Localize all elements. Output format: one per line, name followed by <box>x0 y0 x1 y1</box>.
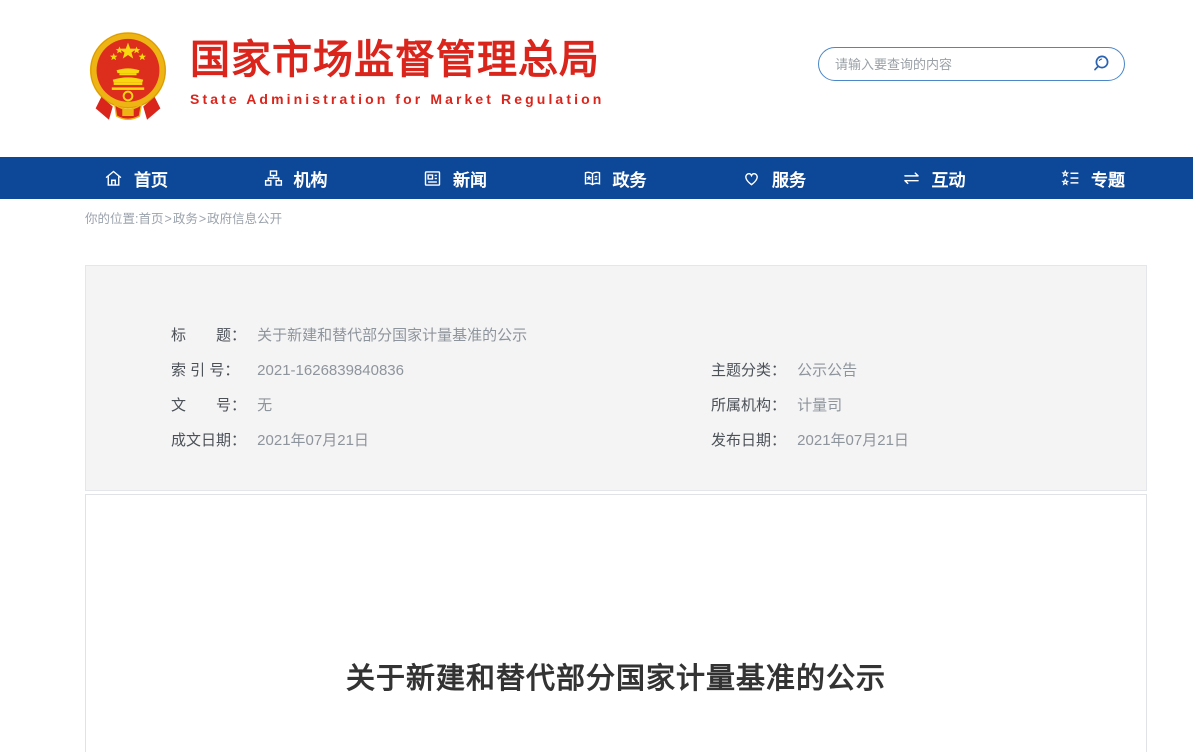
breadcrumb: 你的位置:首页>政务>政府信息公开 <box>85 208 1147 227</box>
nav-item-service[interactable]: 服务 <box>741 166 806 191</box>
main-nav: 首页 机构 新闻 政务 <box>0 157 1193 199</box>
meta-value-index-number: 2021-1626839840836 <box>257 362 404 379</box>
meta-label: 文 号： <box>171 388 253 423</box>
breadcrumb-prefix: 你的位置: <box>85 212 138 226</box>
meta-label: 索 引 号： <box>171 353 253 388</box>
search-input[interactable] <box>835 57 1090 72</box>
site-header: 国家市场监督管理总局 State Administration for Mark… <box>0 0 1193 157</box>
meta-row-title: 标 题： 关于新建和替代部分国家计量基准的公示 <box>171 318 711 353</box>
nav-item-gov[interactable]: 政务 <box>582 166 647 191</box>
meta-row-doc-number: 文 号： 无 <box>171 388 711 423</box>
nav-item-org[interactable]: 机构 <box>263 166 328 191</box>
breadcrumb-item-gov[interactable]: 政务 <box>173 212 198 226</box>
home-icon <box>103 168 124 189</box>
breadcrumb-separator: > <box>165 212 172 226</box>
exchange-arrows-icon <box>901 168 922 189</box>
nav-item-label: 机构 <box>294 166 328 191</box>
meta-value-written-date: 2021年07月21日 <box>257 432 369 449</box>
meta-value-title: 关于新建和替代部分国家计量基准的公示 <box>257 327 527 344</box>
meta-label: 发布日期： <box>711 423 793 458</box>
heart-icon <box>741 168 762 189</box>
nav-item-label: 服务 <box>772 166 806 191</box>
site-title-block: 国家市场监督管理总局 State Administration for Mark… <box>190 28 604 107</box>
nav-item-label: 新闻 <box>453 166 487 191</box>
article-title: 关于新建和替代部分国家计量基准的公示 <box>86 655 1146 697</box>
meta-value-category: 公示公告 <box>797 362 857 379</box>
starred-list-icon <box>1060 168 1081 189</box>
meta-row-index-number: 索 引 号： 2021-1626839840836 <box>171 353 711 388</box>
china-national-emblem-icon <box>88 28 168 124</box>
open-book-icon <box>582 168 603 189</box>
breadcrumb-item-home[interactable]: 首页 <box>138 212 163 226</box>
nav-item-interact[interactable]: 互动 <box>901 166 966 191</box>
newspaper-icon <box>422 168 443 189</box>
meta-row-publish-date: 发布日期： 2021年07月21日 <box>711 423 1146 458</box>
meta-value-publish-date: 2021年07月21日 <box>797 432 909 449</box>
meta-label: 主题分类： <box>711 353 793 388</box>
site-subtitle: State Administration for Market Regulati… <box>190 91 604 107</box>
nav-item-label: 首页 <box>134 166 168 191</box>
nav-item-news[interactable]: 新闻 <box>422 166 487 191</box>
article-content-panel: 关于新建和替代部分国家计量基准的公示 <box>85 494 1147 752</box>
nav-item-topics[interactable]: 专题 <box>1060 166 1125 191</box>
meta-label: 标 题： <box>171 318 253 353</box>
site-logo-link[interactable]: 国家市场监督管理总局 State Administration for Mark… <box>88 28 604 124</box>
nav-item-home[interactable]: 首页 <box>103 166 168 191</box>
site-title: 国家市场监督管理总局 <box>190 38 604 82</box>
magnifier-icon[interactable] <box>1090 53 1112 75</box>
nav-item-label: 专题 <box>1091 166 1125 191</box>
nav-item-label: 互动 <box>932 166 966 191</box>
meta-row-department: 所属机构： 计量司 <box>711 388 1146 423</box>
meta-value-doc-number: 无 <box>257 397 272 414</box>
meta-value-department: 计量司 <box>797 397 842 414</box>
breadcrumb-item-info-disclosure[interactable]: 政府信息公开 <box>207 212 282 226</box>
meta-row-written-date: 成文日期： 2021年07月21日 <box>171 423 711 458</box>
meta-label: 所属机构： <box>711 388 793 423</box>
site-search <box>818 47 1125 81</box>
meta-label: 成文日期： <box>171 423 253 458</box>
breadcrumb-separator: > <box>199 212 206 226</box>
meta-row-category: 主题分类： 公示公告 <box>711 353 1146 388</box>
document-info-panel: 标 题： 关于新建和替代部分国家计量基准的公示 索 引 号： 2021-1626… <box>85 265 1147 491</box>
org-chart-icon <box>263 168 284 189</box>
nav-item-label: 政务 <box>613 166 647 191</box>
